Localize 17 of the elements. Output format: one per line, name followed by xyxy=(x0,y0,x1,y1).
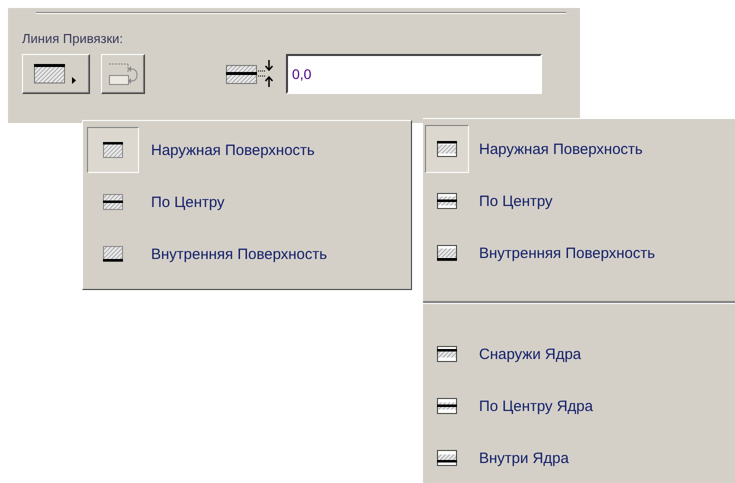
flip-button[interactable] xyxy=(101,54,145,94)
menu-item[interactable]: Внутренняя Поверхность xyxy=(151,246,328,262)
menu-item[interactable]: По Центру xyxy=(151,194,225,210)
offset-field[interactable]: 0,0 xyxy=(286,54,542,94)
wall-dropdown-icon xyxy=(34,62,78,86)
reference-line-button[interactable] xyxy=(22,54,90,94)
menu-item[interactable]: Наружная Поверхность xyxy=(479,140,643,158)
menu-item[interactable]: По Центру xyxy=(479,192,553,210)
section-label: Линия Привязки: xyxy=(22,31,124,46)
icon-frame[interactable] xyxy=(425,125,469,173)
menu-item[interactable]: Снаружи Ядра xyxy=(479,346,582,362)
menu-item[interactable]: Наружная Поверхность xyxy=(151,142,315,158)
menu-item[interactable]: Внутри Ядра xyxy=(479,450,569,466)
icon-frame[interactable] xyxy=(87,127,139,173)
menu-item[interactable]: Внутренняя Поверхность xyxy=(479,244,656,262)
menu-item[interactable]: По Центру Ядра xyxy=(479,398,593,414)
offset-icon xyxy=(226,59,276,89)
